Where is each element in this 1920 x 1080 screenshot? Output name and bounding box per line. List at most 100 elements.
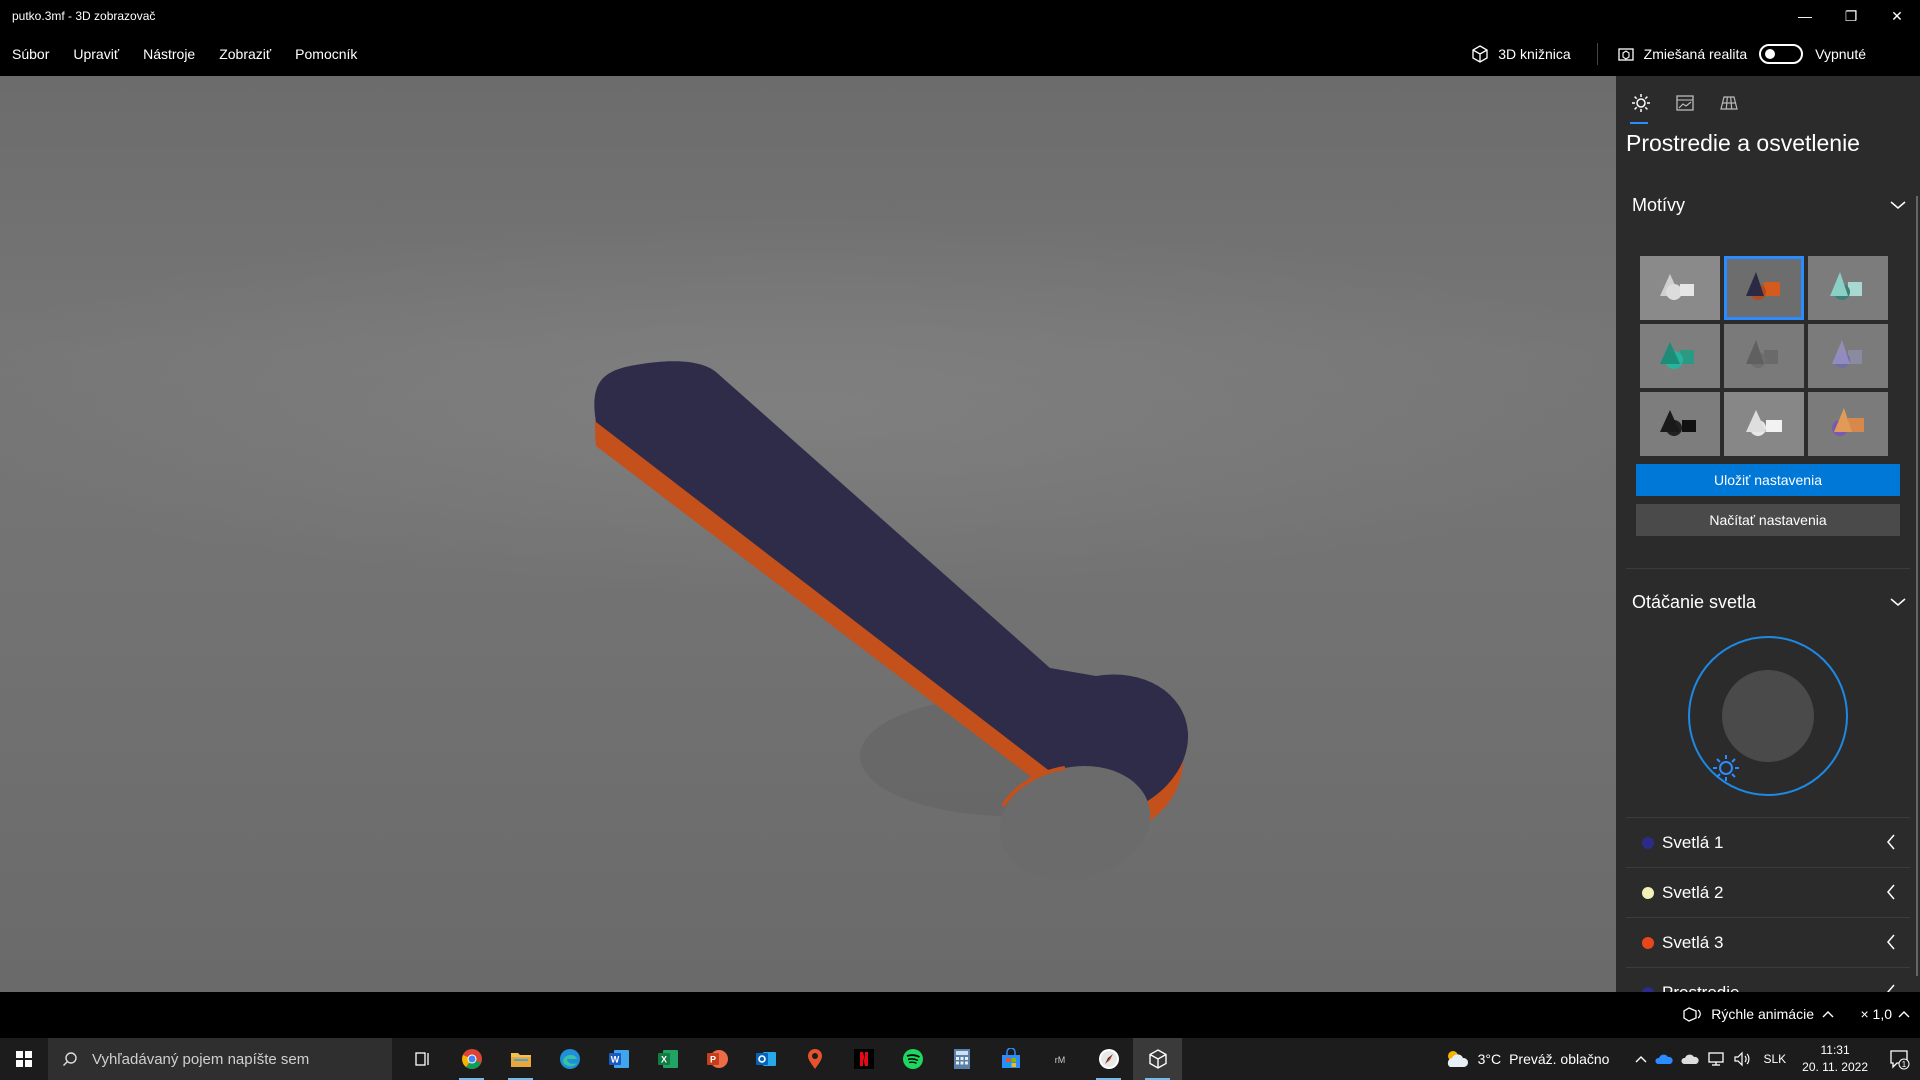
menu-bar: Súbor Upraviť Nástroje Zobraziť Pomocník… xyxy=(0,32,1920,76)
toggle-knob xyxy=(1765,49,1776,59)
light-color-dot xyxy=(1642,886,1654,899)
tab-stats[interactable] xyxy=(1670,88,1700,118)
speed-control[interactable]: × 1,0 xyxy=(1860,1006,1910,1022)
taskbar-app-rm[interactable]: rM xyxy=(1035,1038,1084,1080)
language-indicator[interactable]: SLK xyxy=(1763,1052,1786,1066)
taskbar-search[interactable]: Vyhľadávaný pojem napíšte sem xyxy=(48,1038,392,1080)
weather-widget[interactable]: 3°C Preváž. oblačno xyxy=(1444,1049,1609,1069)
taskbar-excel[interactable]: X xyxy=(643,1038,692,1080)
folder-icon xyxy=(510,1053,531,1067)
theme-tile-9[interactable] xyxy=(1808,392,1888,456)
notification-center-button[interactable]: 1 xyxy=(1884,1048,1914,1070)
theme-tile-6[interactable] xyxy=(1808,324,1888,388)
search-placeholder: Vyhľadávaný pojem napíšte sem xyxy=(92,1050,310,1068)
tray-icons xyxy=(1635,1051,1751,1067)
light-row-1[interactable]: Svetlá 1 xyxy=(1626,817,1910,867)
save-settings-button[interactable]: Uložiť nastavenia xyxy=(1636,464,1900,496)
task-view-button[interactable] xyxy=(398,1038,447,1080)
light-label: Svetlá 3 xyxy=(1662,932,1724,952)
menu-file[interactable]: Súbor xyxy=(12,46,49,62)
light-rotation-section-header[interactable]: Otáčanie svetla xyxy=(1616,577,1920,627)
taskbar-maps[interactable] xyxy=(790,1038,839,1080)
light-rotation-header: Otáčanie svetla xyxy=(1632,591,1757,612)
store-icon xyxy=(1001,1048,1020,1068)
outlook-icon xyxy=(755,1052,776,1066)
rm-app-icon: rM xyxy=(1054,1055,1065,1065)
3d-viewport[interactable] xyxy=(0,76,1616,992)
light-row-3[interactable]: Svetlá 3 xyxy=(1626,917,1910,967)
close-button[interactable]: ✕ xyxy=(1874,0,1920,32)
menu-view[interactable]: Zobraziť xyxy=(219,46,271,62)
start-button[interactable] xyxy=(0,1038,48,1080)
menu-help[interactable]: Pomocník xyxy=(295,46,357,62)
taskbar-powerpoint[interactable]: P xyxy=(692,1038,741,1080)
task-view-icon xyxy=(414,1052,429,1066)
taskbar-chrome[interactable] xyxy=(447,1038,496,1080)
chevron-left-icon xyxy=(1887,884,1895,900)
volume-icon[interactable] xyxy=(1733,1051,1751,1067)
restore-button[interactable]: ❐ xyxy=(1828,0,1874,32)
tab-environment[interactable] xyxy=(1626,88,1656,124)
menu-tools[interactable]: Nástroje xyxy=(143,46,195,62)
3d-library-button[interactable]: 3D knižnica xyxy=(1470,44,1571,64)
clock-date: 20. 11. 2022 xyxy=(1802,1060,1868,1074)
minimize-button[interactable]: — xyxy=(1782,0,1828,32)
taskbar-netflix[interactable] xyxy=(839,1038,888,1080)
theme-tile-8[interactable] xyxy=(1724,392,1804,456)
chevron-up-icon[interactable] xyxy=(1635,1055,1647,1063)
network-icon[interactable] xyxy=(1707,1051,1725,1067)
taskbar-store[interactable] xyxy=(986,1038,1035,1080)
speed-label: × 1,0 xyxy=(1860,1006,1892,1022)
compass-icon xyxy=(1098,1049,1119,1069)
theme-tile-3[interactable] xyxy=(1808,256,1888,320)
theme-tile-2[interactable] xyxy=(1724,256,1804,320)
animation-icon xyxy=(1683,1007,1702,1022)
taskbar-file-explorer[interactable] xyxy=(496,1038,545,1080)
svg-text:P: P xyxy=(709,1055,715,1065)
light-row-2[interactable]: Svetlá 2 xyxy=(1626,867,1910,917)
theme-tile-4[interactable] xyxy=(1640,324,1720,388)
themes-section-header[interactable]: Motívy xyxy=(1616,180,1920,230)
theme-tile-1[interactable] xyxy=(1640,256,1720,320)
theme-tile-7[interactable] xyxy=(1640,392,1720,456)
panel-scrollbar[interactable] xyxy=(1916,196,1918,976)
excel-icon: X xyxy=(657,1050,678,1068)
search-icon xyxy=(63,1052,77,1066)
notification-icon: 1 xyxy=(1890,1050,1910,1070)
onedrive-icon[interactable] xyxy=(1655,1053,1674,1065)
taskbar-compass-app[interactable] xyxy=(1084,1038,1133,1080)
title-bar: putko.3mf - 3D zobrazovač — ❐ ✕ xyxy=(0,0,1920,32)
chrome-icon xyxy=(461,1049,482,1069)
environment-panel: Prostredie a osvetlenie Motívy Uložiť na… xyxy=(1616,76,1920,992)
taskbar-outlook[interactable] xyxy=(741,1038,790,1080)
spotify-icon xyxy=(902,1049,923,1069)
chevron-down-icon xyxy=(1890,598,1906,606)
taskbar-calculator[interactable] xyxy=(937,1038,986,1080)
taskbar-word[interactable]: W xyxy=(594,1038,643,1080)
taskbar-3d-viewer[interactable] xyxy=(1133,1038,1182,1080)
light-label: Svetlá 1 xyxy=(1662,832,1724,852)
cloud-icon[interactable] xyxy=(1681,1053,1700,1065)
panel-tabs xyxy=(1616,76,1920,124)
system-tray: 3°C Preváž. oblačno SLK 11:31 20. 11. 20… xyxy=(1444,1038,1920,1080)
light-label: Prostredie xyxy=(1662,982,1740,993)
taskbar-edge[interactable] xyxy=(545,1038,594,1080)
clock[interactable]: 11:31 20. 11. 2022 xyxy=(1802,1042,1868,1076)
map-pin-icon xyxy=(807,1049,822,1069)
mixed-reality-label-group: Zmiešaná realita xyxy=(1616,44,1747,64)
svg-text:rM: rM xyxy=(1054,1055,1065,1065)
animation-speed-control[interactable]: Rýchle animácie xyxy=(1683,1006,1834,1022)
light-row-environment[interactable]: Prostredie xyxy=(1626,967,1910,992)
light-color-dot xyxy=(1642,836,1654,849)
chevron-left-icon xyxy=(1887,984,1895,992)
tab-mesh[interactable] xyxy=(1714,88,1744,118)
svg-text:X: X xyxy=(660,1055,666,1065)
light-rotation-dial[interactable] xyxy=(1616,627,1920,817)
theme-tile-5[interactable] xyxy=(1724,324,1804,388)
taskbar-spotify[interactable] xyxy=(888,1038,937,1080)
window-controls: — ❐ ✕ xyxy=(1782,0,1920,32)
load-settings-button[interactable]: Načítať nastavenia xyxy=(1636,504,1900,536)
windows-logo-icon xyxy=(16,1051,32,1067)
menu-edit[interactable]: Upraviť xyxy=(73,46,119,62)
mixed-reality-toggle[interactable] xyxy=(1759,44,1804,64)
